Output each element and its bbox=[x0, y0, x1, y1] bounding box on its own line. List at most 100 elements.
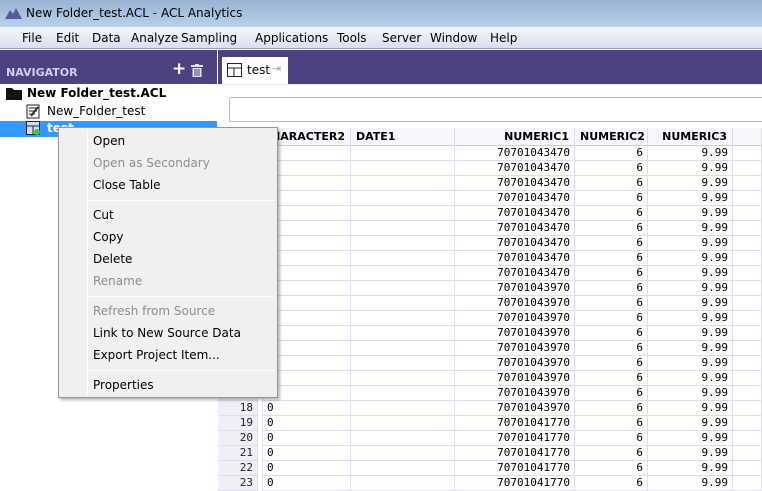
table-cell[interactable]: 6 bbox=[575, 281, 648, 296]
tab-test[interactable]: test ⇥ bbox=[222, 57, 288, 84]
table-cell[interactable] bbox=[351, 356, 455, 371]
table-cell[interactable] bbox=[351, 191, 455, 206]
table-cell[interactable]: 70701041770 bbox=[455, 431, 575, 446]
menu-window[interactable]: Window bbox=[430, 31, 477, 45]
filter-input[interactable] bbox=[229, 97, 762, 122]
table-cell[interactable]: 70701043470 bbox=[455, 206, 575, 221]
table-cell[interactable] bbox=[351, 416, 455, 431]
menu-applications[interactable]: Applications bbox=[255, 31, 328, 45]
table-cell[interactable]: 70701043470 bbox=[455, 251, 575, 266]
table-cell[interactable]: 9.99 bbox=[648, 266, 733, 281]
table-cell[interactable]: 9.99 bbox=[648, 386, 733, 401]
table-cell[interactable] bbox=[351, 326, 455, 341]
row-number[interactable]: 20 bbox=[218, 431, 258, 446]
table-cell[interactable] bbox=[351, 206, 455, 221]
table-cell[interactable]: 70701043470 bbox=[455, 221, 575, 236]
menu-server[interactable]: Server bbox=[382, 31, 421, 45]
row-number[interactable]: 23 bbox=[218, 476, 258, 491]
menu-data[interactable]: Data bbox=[92, 31, 121, 45]
table-cell[interactable]: 9.99 bbox=[648, 296, 733, 311]
table-cell[interactable]: 6 bbox=[575, 401, 648, 416]
table-cell[interactable]: 70701043970 bbox=[455, 341, 575, 356]
table-cell[interactable]: 0 bbox=[262, 476, 351, 491]
table-cell[interactable]: 9.99 bbox=[648, 206, 733, 221]
table-cell[interactable] bbox=[351, 461, 455, 476]
table-cell[interactable]: 9.99 bbox=[648, 326, 733, 341]
table-cell[interactable]: 6 bbox=[575, 446, 648, 461]
table-cell[interactable]: 9.99 bbox=[648, 401, 733, 416]
table-cell[interactable]: 70701043970 bbox=[455, 311, 575, 326]
table-cell[interactable]: 70701043470 bbox=[455, 176, 575, 191]
table-cell[interactable]: 6 bbox=[575, 326, 648, 341]
table-cell[interactable]: 70701043970 bbox=[455, 401, 575, 416]
table-cell[interactable]: 9.99 bbox=[648, 146, 733, 161]
table-cell[interactable] bbox=[351, 401, 455, 416]
table-cell[interactable]: 70701041770 bbox=[455, 461, 575, 476]
table-cell[interactable] bbox=[351, 221, 455, 236]
table-cell[interactable] bbox=[351, 341, 455, 356]
table-cell[interactable] bbox=[351, 296, 455, 311]
table-cell[interactable] bbox=[351, 236, 455, 251]
table-cell[interactable]: 70701041770 bbox=[455, 446, 575, 461]
table-cell[interactable]: 9.99 bbox=[648, 341, 733, 356]
menu-tools[interactable]: Tools bbox=[337, 31, 367, 45]
table-cell[interactable] bbox=[351, 311, 455, 326]
column-header-numeric2[interactable]: NUMERIC2 bbox=[575, 128, 648, 146]
table-cell[interactable]: 70701043970 bbox=[455, 296, 575, 311]
row-number[interactable]: 18 bbox=[218, 401, 258, 416]
column-header-numeric3[interactable]: NUMERIC3 bbox=[648, 128, 733, 146]
table-cell[interactable]: 6 bbox=[575, 236, 648, 251]
column-header-numeric1[interactable]: NUMERIC1 bbox=[455, 128, 575, 146]
table-cell[interactable]: 6 bbox=[575, 161, 648, 176]
table-cell[interactable] bbox=[351, 251, 455, 266]
navigator-root[interactable]: New Folder_test.ACL bbox=[27, 86, 166, 100]
table-cell[interactable] bbox=[351, 446, 455, 461]
table-cell[interactable] bbox=[351, 371, 455, 386]
table-cell[interactable]: 70701043970 bbox=[455, 371, 575, 386]
context-menu-open[interactable]: Open bbox=[93, 131, 273, 151]
table-cell[interactable]: 6 bbox=[575, 371, 648, 386]
table-cell[interactable]: 9.99 bbox=[648, 476, 733, 491]
table-cell[interactable]: 6 bbox=[575, 146, 648, 161]
table-cell[interactable]: 70701041770 bbox=[455, 476, 575, 491]
table-cell[interactable]: 6 bbox=[575, 206, 648, 221]
row-number[interactable]: 22 bbox=[218, 461, 258, 476]
table-cell[interactable]: 6 bbox=[575, 461, 648, 476]
context-menu-copy[interactable]: Copy bbox=[93, 227, 273, 247]
table-cell[interactable] bbox=[351, 386, 455, 401]
context-menu-export-project-item[interactable]: Export Project Item... bbox=[93, 345, 273, 365]
table-cell[interactable]: 6 bbox=[575, 386, 648, 401]
table-cell[interactable]: 6 bbox=[575, 476, 648, 491]
table-cell[interactable]: 6 bbox=[575, 311, 648, 326]
table-cell[interactable]: 70701043470 bbox=[455, 191, 575, 206]
table-cell[interactable]: 6 bbox=[575, 296, 648, 311]
table-cell[interactable]: 6 bbox=[575, 431, 648, 446]
navigator-item-new-folder-test[interactable]: New_Folder_test bbox=[47, 104, 145, 118]
table-cell[interactable]: 6 bbox=[575, 251, 648, 266]
table-cell[interactable]: 0 bbox=[262, 431, 351, 446]
table-cell[interactable]: 6 bbox=[575, 356, 648, 371]
table-cell[interactable] bbox=[351, 161, 455, 176]
add-icon[interactable]: + bbox=[172, 59, 186, 79]
table-cell[interactable]: 0 bbox=[262, 461, 351, 476]
table-cell[interactable]: 70701043970 bbox=[455, 386, 575, 401]
table-cell[interactable]: 0 bbox=[262, 446, 351, 461]
menu-file[interactable]: File bbox=[22, 31, 42, 45]
table-cell[interactable]: 9.99 bbox=[648, 461, 733, 476]
table-cell[interactable]: 9.99 bbox=[648, 431, 733, 446]
table-cell[interactable]: 6 bbox=[575, 416, 648, 431]
column-header-date1[interactable]: DATE1 bbox=[351, 128, 455, 146]
menu-sampling[interactable]: Sampling bbox=[181, 31, 237, 45]
table-cell[interactable]: 9.99 bbox=[648, 311, 733, 326]
table-cell[interactable]: 70701043470 bbox=[455, 266, 575, 281]
table-cell[interactable] bbox=[351, 266, 455, 281]
table-cell[interactable]: 9.99 bbox=[648, 251, 733, 266]
table-cell[interactable]: 70701043970 bbox=[455, 356, 575, 371]
table-cell[interactable]: 6 bbox=[575, 266, 648, 281]
table-cell[interactable]: 9.99 bbox=[648, 176, 733, 191]
table-cell[interactable]: 6 bbox=[575, 176, 648, 191]
context-menu-close-table[interactable]: Close Table bbox=[93, 175, 273, 195]
table-cell[interactable] bbox=[351, 476, 455, 491]
table-cell[interactable] bbox=[351, 176, 455, 191]
table-cell[interactable]: 70701043970 bbox=[455, 281, 575, 296]
